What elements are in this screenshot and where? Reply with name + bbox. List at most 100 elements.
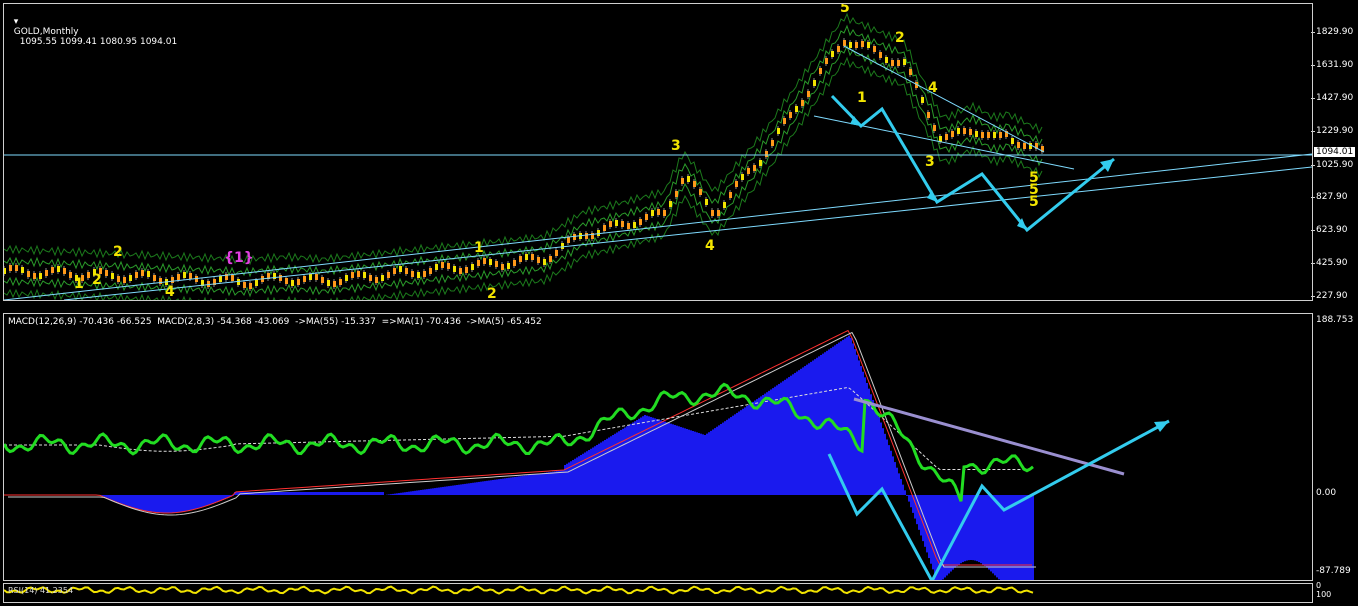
candle-body bbox=[447, 263, 450, 269]
macd-axis-tick: 0.00 bbox=[1316, 488, 1337, 498]
macd-histogram-bar bbox=[550, 471, 552, 495]
candle-body bbox=[951, 131, 954, 137]
macd-histogram-bar bbox=[722, 422, 724, 495]
candle-body bbox=[723, 202, 726, 208]
macd-histogram-bar bbox=[274, 492, 276, 495]
macd-histogram-bar bbox=[308, 492, 310, 495]
macd-histogram-bar bbox=[848, 335, 850, 495]
macd-histogram-bar bbox=[112, 495, 114, 501]
candle-body bbox=[147, 271, 150, 277]
macd-histogram-bar bbox=[508, 477, 510, 495]
macd-histogram-bar bbox=[192, 495, 194, 510]
macd-histogram-bar bbox=[742, 408, 744, 495]
macd-histogram-bar bbox=[828, 349, 830, 495]
macd-histogram-bar bbox=[482, 481, 484, 495]
dropdown-arrow-icon[interactable]: ▾ bbox=[14, 17, 19, 27]
macd-histogram-bar bbox=[990, 495, 992, 572]
macd-histogram-bar bbox=[434, 488, 436, 495]
candle-body bbox=[819, 68, 822, 74]
pane-separator[interactable] bbox=[0, 302, 1358, 310]
macd-histogram-bar bbox=[548, 472, 550, 495]
macd-histogram-bar bbox=[190, 495, 192, 511]
macd-histogram-bar bbox=[390, 494, 392, 495]
candle-body bbox=[105, 270, 108, 276]
macd-histogram-bar bbox=[288, 492, 290, 495]
macd-histogram-bar bbox=[376, 492, 378, 495]
candle-body bbox=[333, 281, 336, 287]
macd-histogram-bar bbox=[512, 477, 514, 495]
symbol-header: ▾ GOLD,Monthly 1095.55 1099.41 1080.95 1… bbox=[8, 7, 177, 47]
rsi-canvas[interactable] bbox=[4, 584, 1312, 602]
price-axis-tick: 425.90 bbox=[1311, 258, 1348, 268]
macd-histogram-bar bbox=[540, 473, 542, 495]
candle-body bbox=[375, 277, 378, 283]
macd-histogram-bar bbox=[762, 395, 764, 495]
macd-canvas[interactable] bbox=[4, 314, 1312, 580]
macd-histogram-bar bbox=[598, 443, 600, 495]
macd-histogram-bar bbox=[170, 495, 172, 513]
candle-body bbox=[843, 40, 846, 46]
macd-histogram-bar bbox=[680, 427, 682, 495]
macd-histogram-bar bbox=[278, 492, 280, 495]
candle-body bbox=[963, 128, 966, 134]
price-chart-canvas[interactable]: 52134341221 24{1}555 bbox=[4, 4, 1312, 300]
candle-body bbox=[513, 260, 516, 266]
macd-histogram-bar bbox=[208, 495, 210, 506]
candle-body bbox=[651, 210, 654, 216]
price-axis-tick: 1427.90 bbox=[1310, 93, 1354, 103]
macd-histogram-bar bbox=[368, 492, 370, 495]
macd-histogram-bar bbox=[710, 430, 712, 495]
candle-body bbox=[831, 51, 834, 57]
macd-histogram-bar bbox=[466, 483, 468, 495]
candle-body bbox=[681, 178, 684, 184]
candle-body bbox=[669, 201, 672, 207]
macd-histogram-bar bbox=[630, 423, 632, 495]
macd-histogram-bar bbox=[700, 433, 702, 495]
macd-histogram-bar bbox=[338, 492, 340, 495]
macd-histogram-bar bbox=[478, 481, 480, 495]
macd-histogram-bar bbox=[854, 349, 856, 495]
candle-body bbox=[999, 132, 1002, 138]
rsi-indicator-pane[interactable] bbox=[3, 583, 1313, 603]
macd-histogram-bar bbox=[372, 492, 374, 495]
candle-body bbox=[867, 42, 870, 48]
wave-label: 3 bbox=[925, 154, 935, 170]
macd-histogram-bar bbox=[144, 495, 146, 511]
macd-histogram-bar bbox=[532, 474, 534, 495]
candle-body bbox=[87, 272, 90, 278]
macd-histogram-bar bbox=[534, 474, 536, 495]
macd-histogram-bar bbox=[690, 430, 692, 495]
macd-histogram-bar bbox=[520, 476, 522, 495]
macd-histogram-bar bbox=[314, 492, 316, 495]
macd-indicator-pane[interactable] bbox=[3, 313, 1313, 581]
price-chart-pane[interactable]: 5 2 1 3 4 3 4 1 2 2 1 2 4 {1} 5 5 5 bbox=[3, 3, 1313, 301]
macd-histogram-bar bbox=[538, 473, 540, 495]
macd-histogram-bar bbox=[602, 441, 604, 495]
macd-histogram-bar bbox=[894, 462, 896, 495]
macd-histogram-bar bbox=[354, 492, 356, 495]
macd-histogram-bar bbox=[518, 476, 520, 495]
macd-histogram-bar bbox=[902, 484, 904, 495]
macd-histogram-bar bbox=[528, 475, 530, 495]
macd-histogram-bar bbox=[898, 473, 900, 495]
macd-histogram-bar bbox=[850, 337, 852, 495]
candle-body bbox=[771, 140, 774, 146]
candle-body bbox=[501, 264, 504, 270]
macd-histogram-bar bbox=[302, 492, 304, 495]
macd-histogram-bar bbox=[174, 495, 176, 513]
macd-histogram-bar bbox=[922, 495, 924, 542]
candle-body bbox=[411, 271, 414, 277]
macd-histogram-bar bbox=[930, 495, 932, 564]
candle-body bbox=[849, 42, 852, 48]
candle-body bbox=[585, 233, 588, 239]
macd-histogram-bar bbox=[984, 495, 986, 567]
macd-histogram-bar bbox=[132, 495, 134, 508]
candle-body bbox=[9, 265, 12, 271]
rsi-line bbox=[4, 585, 1034, 595]
candle-body bbox=[309, 274, 312, 280]
macd-histogram-bar bbox=[536, 473, 538, 495]
macd-histogram-bar bbox=[272, 492, 274, 495]
candle-body bbox=[687, 176, 690, 182]
macd-histogram-bar bbox=[444, 486, 446, 495]
macd-histogram-bar bbox=[320, 492, 322, 495]
